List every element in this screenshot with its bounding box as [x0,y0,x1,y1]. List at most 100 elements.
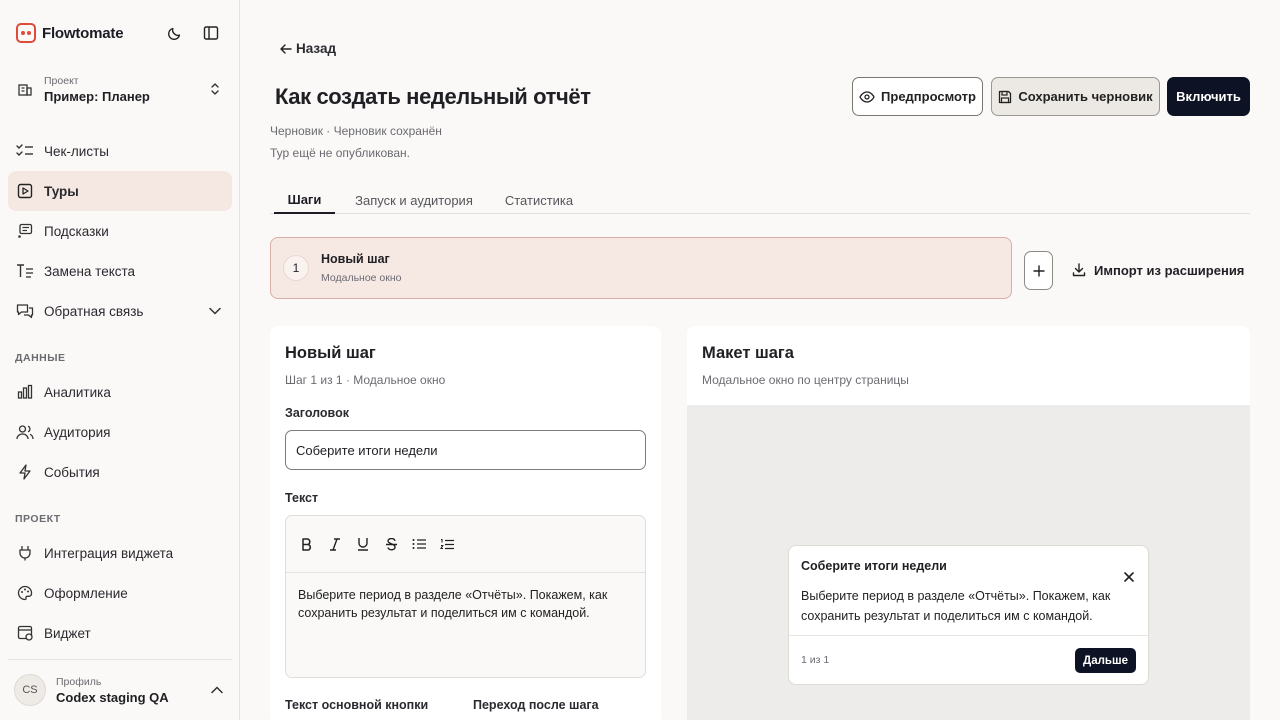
project-name: Пример: Планер [44,88,150,104]
step-editor-panel: Новый шаг Шаг 1 из 1 · Модальное окно За… [270,326,661,720]
modal-text: Выберите период в разделе «Отчёты». Пока… [801,589,1111,623]
widget-icon [16,624,34,642]
sidebar: Flowtomate Проект Пример: Планер Чек-лис… [0,0,240,720]
plus-icon [1032,264,1045,277]
palette-icon [16,584,34,602]
sidebar-item-feedback[interactable]: Обратная связь [8,291,232,331]
step-number: 1 [283,255,309,281]
publish-note: Тур ещё не опубликован. [270,146,410,160]
section-label-data: ДАННЫЕ [15,352,66,364]
logo-icon [16,23,36,43]
sidebar-item-appearance[interactable]: Оформление [8,573,232,613]
sidebar-item-widget-integration[interactable]: Интеграция виджета [8,533,232,573]
sidebar-item-audience[interactable]: Аудитория [8,412,232,452]
editor-toolbar [286,516,645,573]
section-label-project: ПРОЕКТ [15,513,61,525]
modal-preview: Соберите итоги недели Выберите период в … [788,545,1149,685]
next-button[interactable]: Дальше [1075,648,1136,673]
eye-icon [859,90,875,103]
checklist-icon [16,142,34,160]
text-replace-icon [16,262,34,280]
app-logo[interactable]: Flowtomate [16,22,124,44]
mock-page: Соберите итоги недели Выберите период в … [687,405,1250,720]
app-name: Flowtomate [42,24,124,42]
profile-menu[interactable]: CS Профиль Codex staging QA [8,668,232,712]
strikethrough-icon[interactable] [382,535,400,553]
save-icon [999,90,1012,103]
plug-icon [16,544,34,562]
modal-title: Соберите итоги недели [801,559,947,573]
tab-launch-audience[interactable]: Запуск и аудитория [352,186,476,214]
tour-icon [16,182,34,200]
step-counter: 1 из 1 [801,654,830,666]
preview-title: Макет шага [702,344,794,362]
add-step-button[interactable] [1024,251,1053,290]
bar-chart-icon [16,383,34,401]
sidebar-item-tours[interactable]: Туры [8,171,232,211]
step-card[interactable]: 1 Новый шаг Модальное окно [270,237,1012,299]
arrow-left-icon [280,43,292,54]
chevrons-up-down-icon [206,80,224,98]
sidebar-item-label: Туры [44,183,79,199]
step-preview-panel: Макет шага Модальное окно по центру стра… [687,326,1250,720]
avatar: CS [14,674,46,706]
moon-icon[interactable] [164,22,186,44]
close-icon[interactable] [1122,570,1136,584]
sidebar-toggle-icon[interactable] [200,22,222,44]
chevron-down-icon [206,302,224,320]
tab-steps[interactable]: Шаги [274,186,335,214]
sidebar-item-text-replace[interactable]: Замена текста [8,251,232,291]
tabs: Шаги Запуск и аудитория Статистика [270,186,1250,214]
tab-statistics[interactable]: Статистика [502,186,576,214]
sidebar-item-label: Оформление [44,585,128,601]
editor-title: Новый шаг [285,344,376,362]
chat-icon [16,302,34,320]
users-icon [16,423,34,441]
modal-footer: 1 из 1 Дальше [789,635,1148,685]
sidebar-divider [8,659,232,660]
save-draft-button[interactable]: Сохранить черновик [991,77,1160,116]
message-icon [16,222,34,240]
chevron-up-icon [208,681,226,699]
sidebar-item-analytics[interactable]: Аналитика [8,372,232,412]
preview-button[interactable]: Предпросмотр [852,77,983,116]
enable-button[interactable]: Включить [1167,77,1250,116]
step-title: Новый шаг [321,252,390,266]
import-extension-button[interactable]: Импорт из расширения [1072,258,1244,282]
page-title: Как создать недельный отчёт [275,84,591,109]
back-label: Назад [296,41,337,56]
numbered-list-icon[interactable] [438,535,456,553]
heading-label: Заголовок [285,406,349,420]
sidebar-item-label: Аудитория [44,424,111,440]
italic-icon[interactable] [326,535,344,553]
bullet-list-icon[interactable] [410,535,428,553]
sidebar-item-hints[interactable]: Подсказки [8,211,232,251]
project-picker[interactable]: Проект Пример: Планер [8,66,232,112]
project-label: Проект [44,74,79,87]
sidebar-item-events[interactable]: События [8,452,232,492]
bold-icon[interactable] [298,535,316,553]
sidebar-item-label: Интеграция виджета [44,545,174,561]
status-text: Черновик · Черновик сохранён [270,124,442,138]
save-draft-label: Сохранить черновик [1018,89,1153,104]
after-step-label: Переход после шага [473,698,599,712]
rich-text-editor: Выберите период в разделе «Отчёты». Пока… [285,515,646,678]
step-type: Модальное окно [321,272,402,284]
underline-icon[interactable] [354,535,372,553]
sidebar-item-label: Подсказки [44,223,109,239]
text-label: Текст [285,491,319,505]
building-icon [16,80,34,98]
preview-label: Предпросмотр [881,89,976,104]
sidebar-item-label: Замена текста [44,263,136,279]
preview-subtitle: Модальное окно по центру страницы [702,373,909,387]
import-label: Импорт из расширения [1094,262,1245,278]
editor-body[interactable]: Выберите период в разделе «Отчёты». Пока… [286,573,645,635]
back-link[interactable]: Назад [280,41,336,56]
sidebar-item-checklists[interactable]: Чек-листы [8,131,232,171]
sidebar-item-label: События [44,464,100,480]
sidebar-item-widget[interactable]: Виджет [8,613,232,653]
sidebar-item-label: Обратная связь [44,303,144,319]
profile-label: Профиль [56,675,102,688]
profile-name: Codex staging QA [56,689,169,705]
heading-input[interactable]: Соберите итоги недели [285,430,646,470]
